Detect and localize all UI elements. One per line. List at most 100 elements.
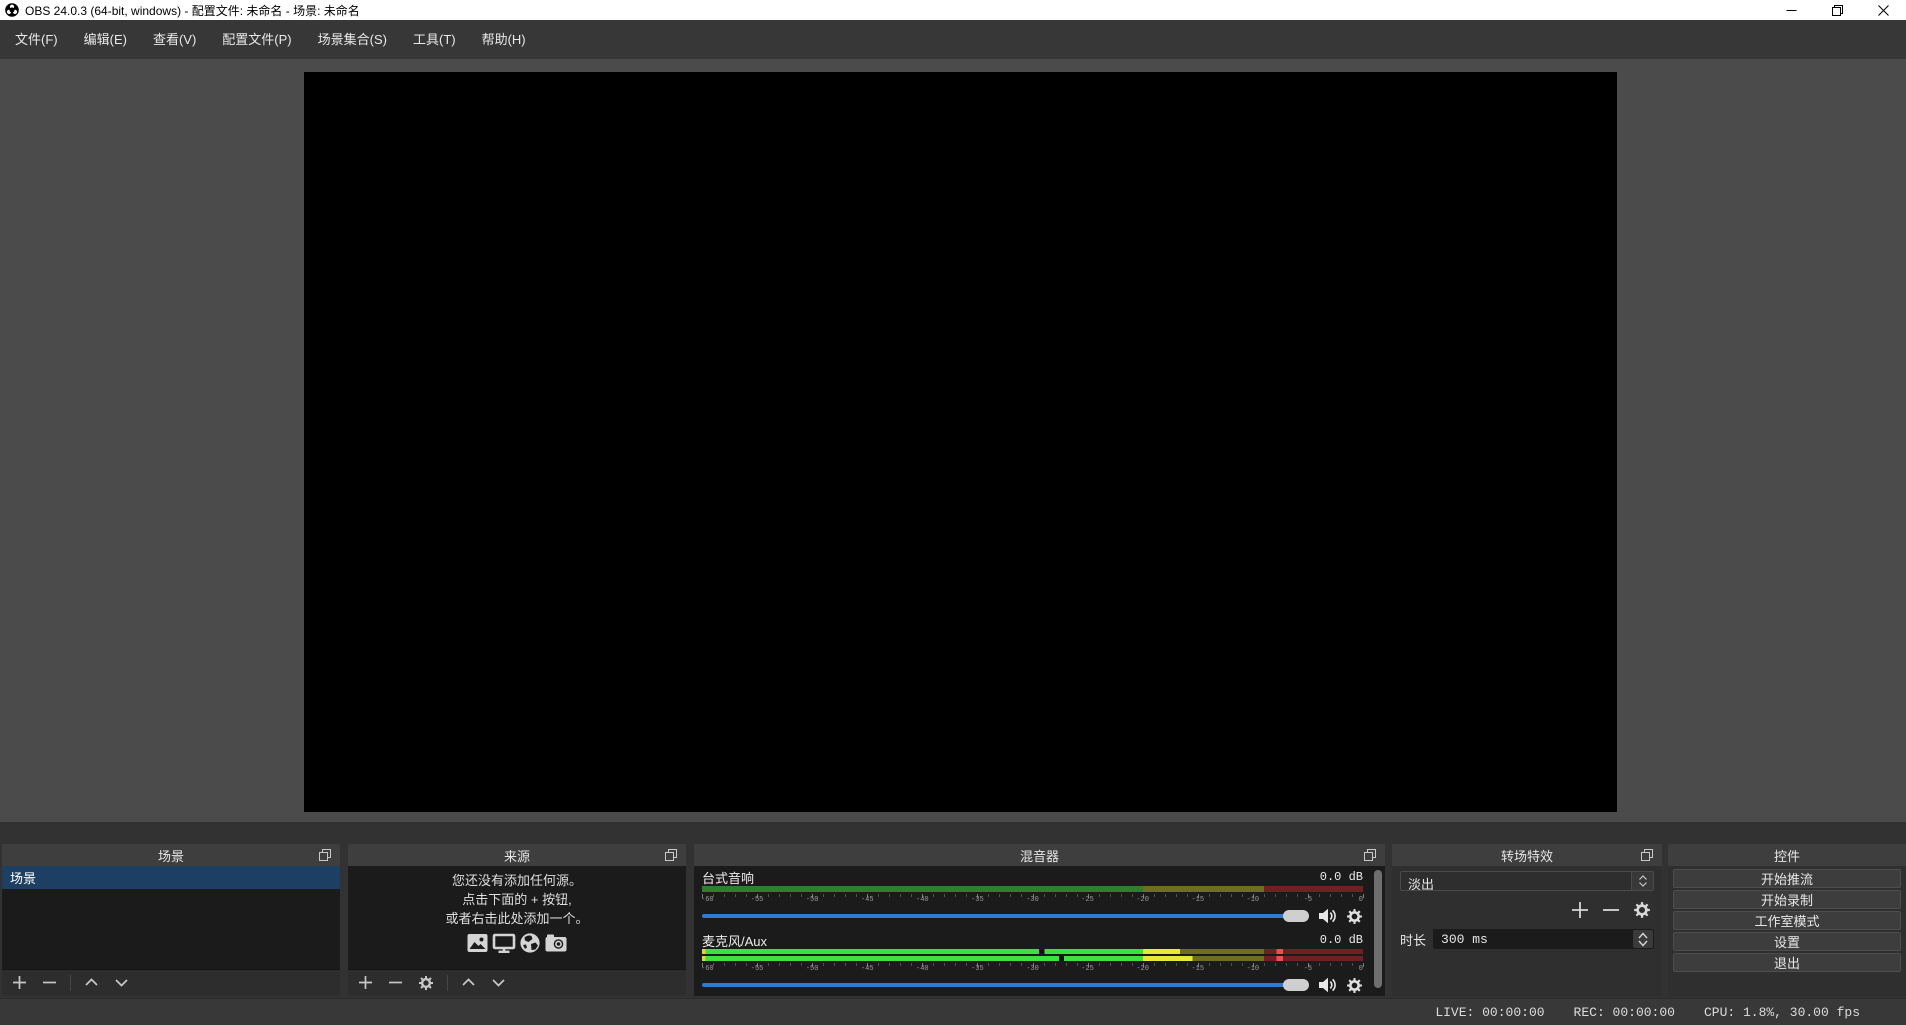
- ruler-tick: [834, 963, 835, 966]
- ruler-tick: [1176, 963, 1177, 966]
- move-source-down-button[interactable]: [491, 975, 506, 990]
- ruler-tick: [823, 894, 824, 897]
- ruler-tick: [1242, 963, 1243, 966]
- ruler-tick: [856, 894, 857, 897]
- sources-panel-header: 来源: [348, 844, 686, 866]
- popout-icon[interactable]: [1364, 849, 1376, 861]
- channel-name: 麦克风/Aux: [702, 931, 767, 950]
- ruler-tick: [1330, 894, 1331, 897]
- duration-spinner[interactable]: [1633, 930, 1653, 948]
- studio-mode-button[interactable]: 工作室模式: [1673, 911, 1901, 930]
- sources-list[interactable]: 您还没有添加任何源。 点击下面的 + 按钮, 或者右击此处添加一个。: [348, 866, 686, 970]
- popout-icon[interactable]: [1641, 849, 1653, 861]
- ruler-tick: [845, 894, 846, 897]
- ruler-tick-label: -40: [916, 966, 929, 973]
- transition-properties-button[interactable]: [1633, 901, 1651, 919]
- ruler-tick: [1010, 963, 1011, 966]
- source-properties-button[interactable]: [418, 975, 434, 991]
- minus-icon: [1602, 901, 1620, 919]
- menu-item-scene-collection[interactable]: 场景集合(S): [305, 27, 400, 50]
- audio-settings-button[interactable]: [1346, 908, 1363, 925]
- menu-item-file[interactable]: 文件(F): [2, 27, 71, 50]
- minus-icon: [388, 975, 403, 990]
- mixer-content: 台式音响 0.0 dB -60-55-50-45-40-35-30-25-20-…: [694, 866, 1385, 996]
- move-scene-down-button[interactable]: [114, 975, 129, 990]
- scene-item[interactable]: 场景: [2, 866, 340, 889]
- ruler-tick: [1341, 963, 1342, 966]
- move-scene-up-button[interactable]: [84, 975, 99, 990]
- start-streaming-button[interactable]: 开始推流: [1673, 869, 1901, 888]
- channel-name: 台式音响: [702, 868, 754, 887]
- menu-item-help[interactable]: 帮助(H): [469, 27, 539, 50]
- ruler-tick: [999, 963, 1000, 966]
- mixer-panel-title: 混音器: [1020, 846, 1059, 865]
- ruler-tick: [735, 894, 736, 897]
- menu-item-profile[interactable]: 配置文件(P): [209, 27, 304, 50]
- popout-icon[interactable]: [665, 849, 677, 861]
- exit-button[interactable]: 退出: [1673, 953, 1901, 972]
- ruler-tick-label: -25: [1081, 966, 1094, 973]
- close-icon: [1878, 5, 1889, 16]
- ruler-tick: [900, 894, 901, 897]
- scenes-list[interactable]: 场景: [2, 866, 340, 970]
- transition-select[interactable]: 淡出: [1400, 871, 1654, 891]
- ruler-tick-label: -35: [971, 897, 984, 904]
- ruler-tick: [1077, 894, 1078, 897]
- ruler-tick-label: 0: [1359, 966, 1363, 973]
- title-bar: OBS 24.0.3 (64-bit, windows) - 配置文件: 未命名…: [0, 0, 1906, 20]
- settings-button[interactable]: 设置: [1673, 932, 1901, 951]
- ruler-tick: [955, 894, 956, 897]
- sources-empty-message: 您还没有添加任何源。 点击下面的 + 按钮, 或者右击此处添加一个。: [348, 866, 686, 928]
- dropdown-spinner[interactable]: [1631, 872, 1653, 890]
- toolbar-divider: [70, 975, 71, 991]
- popout-icon[interactable]: [319, 849, 331, 861]
- menu-item-edit[interactable]: 编辑(E): [71, 27, 140, 50]
- start-recording-button[interactable]: 开始录制: [1673, 890, 1901, 909]
- remove-source-button[interactable]: [388, 975, 403, 990]
- volume-slider-handle[interactable]: [1283, 910, 1309, 922]
- ruler-tick: [1187, 894, 1188, 897]
- close-button[interactable]: [1860, 0, 1906, 20]
- gear-icon: [418, 975, 434, 991]
- preview-canvas[interactable]: [304, 72, 1617, 812]
- volume-slider[interactable]: [702, 914, 1309, 918]
- ruler-tick: [1231, 894, 1232, 897]
- scenes-panel-header: 场景: [2, 844, 340, 866]
- panel-transitions: 转场特效 淡出 时长 300 ms: [1392, 844, 1662, 996]
- duration-input[interactable]: 300 ms: [1433, 929, 1654, 949]
- mixer-scrollbar[interactable]: [1374, 870, 1382, 988]
- rec-status: REC: 00:00:00: [1574, 1005, 1675, 1020]
- add-transition-button[interactable]: [1571, 901, 1589, 919]
- menu-item-view[interactable]: 查看(V): [140, 27, 209, 50]
- mute-button[interactable]: [1318, 977, 1337, 993]
- ruler-tick: [790, 894, 791, 897]
- ruler-tick-label: -5: [1304, 966, 1312, 973]
- audio-settings-button[interactable]: [1346, 977, 1363, 994]
- status-bar: LIVE: 00:00:00 REC: 00:00:00 CPU: 1.8%, …: [0, 998, 1906, 1025]
- ruler-tick-label: -25: [1081, 897, 1094, 904]
- ruler-tick: [746, 894, 747, 897]
- ruler-tick: [933, 894, 934, 897]
- transitions-panel-header: 转场特效: [1392, 844, 1662, 866]
- move-source-up-button[interactable]: [461, 975, 476, 990]
- remove-transition-button[interactable]: [1602, 901, 1620, 919]
- ruler-tick: [900, 963, 901, 966]
- volume-slider-handle[interactable]: [1283, 979, 1309, 991]
- ruler-tick: [1319, 963, 1320, 966]
- controls-panel-title: 控件: [1774, 846, 1800, 865]
- plus-icon: [1571, 901, 1589, 919]
- minimize-button[interactable]: [1768, 0, 1814, 20]
- menu-item-tools[interactable]: 工具(T): [400, 27, 469, 50]
- add-source-button[interactable]: [358, 975, 373, 990]
- add-scene-button[interactable]: [12, 975, 27, 990]
- remove-scene-button[interactable]: [42, 975, 57, 990]
- ruler-tick: [966, 894, 967, 897]
- chevron-up-icon: [461, 975, 476, 990]
- ruler-tick: [1132, 894, 1133, 897]
- restore-button[interactable]: [1814, 0, 1860, 20]
- chevron-up-icon: [1638, 932, 1648, 939]
- volume-slider[interactable]: [702, 983, 1309, 987]
- ruler-tick: [944, 894, 945, 897]
- mute-button[interactable]: [1318, 908, 1337, 924]
- mixer-channel: 麦克风/Aux 0.0 dB -60-55-50-45-40-35-30-25-…: [702, 932, 1363, 992]
